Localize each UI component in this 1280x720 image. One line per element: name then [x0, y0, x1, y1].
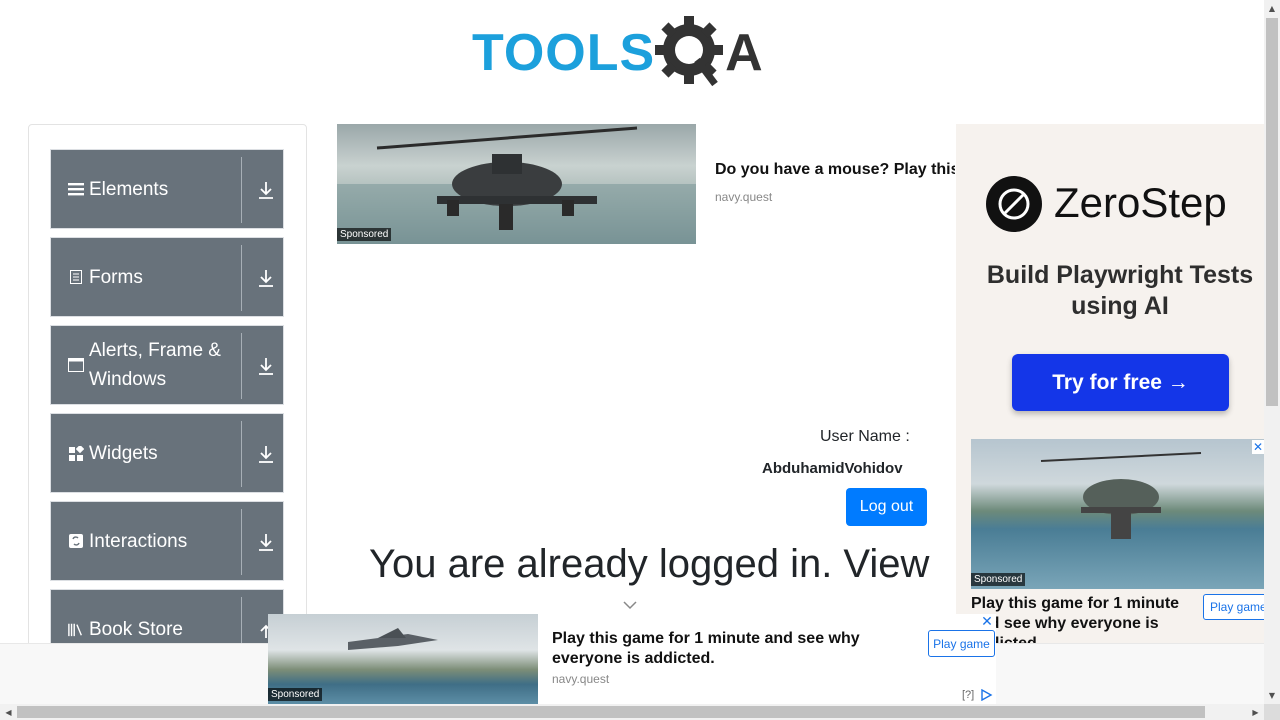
- interactions-icon: [68, 533, 84, 549]
- ad-bottom-image[interactable]: Sponsored: [268, 614, 538, 704]
- ad-info-link[interactable]: [?]: [962, 689, 974, 701]
- helicopter-image: [337, 126, 696, 244]
- scroll-left-arrow-icon[interactable]: ◀: [0, 704, 17, 720]
- sidebar-group-forms[interactable]: Forms: [50, 237, 284, 317]
- scrollbar-thumb[interactable]: [1266, 18, 1278, 406]
- sidebar-group-label: Forms: [89, 266, 143, 288]
- window-icon: [68, 357, 84, 373]
- toolsqa-logo[interactable]: TOOLS A: [472, 14, 797, 92]
- logo-text: TOOLS: [472, 24, 656, 82]
- ad-right-title[interactable]: Play this game for 1 minute and see why …: [971, 594, 1191, 644]
- sidebar-group-widgets[interactable]: Widgets: [50, 413, 284, 493]
- logo-suffix: A: [725, 24, 763, 82]
- books-icon: [68, 621, 84, 637]
- ad-right-panel[interactable]: ZeroStep Build Playwright Tests using AI…: [956, 124, 1264, 644]
- sponsored-label: Sponsored: [971, 573, 1026, 586]
- gear-magnifier-icon: [655, 16, 724, 87]
- zerostep-brand: ZeroStep: [1054, 179, 1227, 226]
- download-icon[interactable]: [257, 444, 275, 464]
- divider: [241, 157, 242, 223]
- ad-bottom-source[interactable]: navy.quest: [552, 672, 609, 686]
- play-game-button[interactable]: Play game: [1203, 594, 1264, 620]
- download-icon[interactable]: [257, 356, 275, 376]
- hamburger-icon: [68, 181, 84, 197]
- logout-button[interactable]: Log out: [846, 488, 927, 526]
- scroll-right-arrow-icon[interactable]: ▶: [1247, 704, 1264, 720]
- helicopter-image: [1040, 452, 1202, 539]
- scrollbar-corner: [1264, 704, 1280, 720]
- scroll-down-arrow-icon[interactable]: ▼: [1264, 687, 1280, 704]
- ad-top-source[interactable]: navy.quest: [715, 190, 772, 204]
- username-label: User Name :: [820, 428, 910, 445]
- scroll-up-arrow-icon[interactable]: ▲: [1264, 0, 1280, 17]
- download-icon[interactable]: [257, 532, 275, 552]
- divider: [241, 333, 242, 399]
- sidebar-group-interactions[interactable]: Interactions: [50, 501, 284, 581]
- sidebar-group-label: Alerts, Frame & Windows: [89, 340, 221, 390]
- sidebar-group-label: Book Store: [89, 618, 183, 640]
- download-icon[interactable]: [257, 180, 275, 200]
- widgets-icon: [68, 445, 84, 461]
- page: TOOLS A Elements Forms Alerts, Frame & W…: [0, 0, 1280, 720]
- divider: [241, 421, 242, 487]
- vertical-scrollbar[interactable]: ▲ ▼: [1264, 0, 1280, 704]
- download-icon[interactable]: [257, 268, 275, 288]
- zerostep-tagline: Build Playwright Tests using AI: [986, 261, 1254, 320]
- sidebar-group-label: Widgets: [89, 442, 158, 464]
- play-game-button[interactable]: Play game: [928, 630, 995, 657]
- try-for-free-button[interactable]: Try for free →: [1012, 354, 1229, 411]
- divider: [241, 509, 242, 575]
- ad-bottom-banner[interactable]: Sponsored Play this game for 1 minute an…: [268, 614, 996, 704]
- chevron-down-icon[interactable]: [622, 598, 638, 612]
- sidebar-group-label: Interactions: [89, 530, 188, 552]
- logged-in-message: You are already logged in. View: [369, 542, 930, 586]
- close-icon[interactable]: ✕: [980, 614, 994, 628]
- sponsored-label: Sponsored: [268, 688, 323, 701]
- adchoices-icon[interactable]: [980, 689, 994, 701]
- sponsored-label: Sponsored: [337, 228, 392, 241]
- zerostep-logo-icon: [986, 176, 1042, 232]
- ad-bottom-title[interactable]: Play this game for 1 minute and see why …: [552, 629, 882, 669]
- ad-top-title[interactable]: Do you have a mouse? Play this: [715, 161, 955, 179]
- horizontal-scrollbar[interactable]: ◀ ▶: [0, 704, 1264, 720]
- ad-top-image[interactable]: Sponsored: [337, 124, 696, 244]
- close-icon[interactable]: ✕: [1252, 440, 1264, 454]
- ad-right-image[interactable]: Sponsored: [971, 439, 1264, 589]
- divider: [241, 245, 242, 311]
- sidebar-group-alerts-frame-windows[interactable]: Alerts, Frame & Windows: [50, 325, 284, 405]
- username-value: AbduhamidVohidov: [762, 460, 903, 477]
- sidebar: Elements Forms Alerts, Frame & Windows W…: [28, 124, 307, 664]
- scrollbar-thumb[interactable]: [17, 706, 1205, 718]
- document-icon: [68, 269, 84, 285]
- sidebar-group-label: Elements: [89, 178, 169, 200]
- sidebar-group-elements[interactable]: Elements: [50, 149, 284, 229]
